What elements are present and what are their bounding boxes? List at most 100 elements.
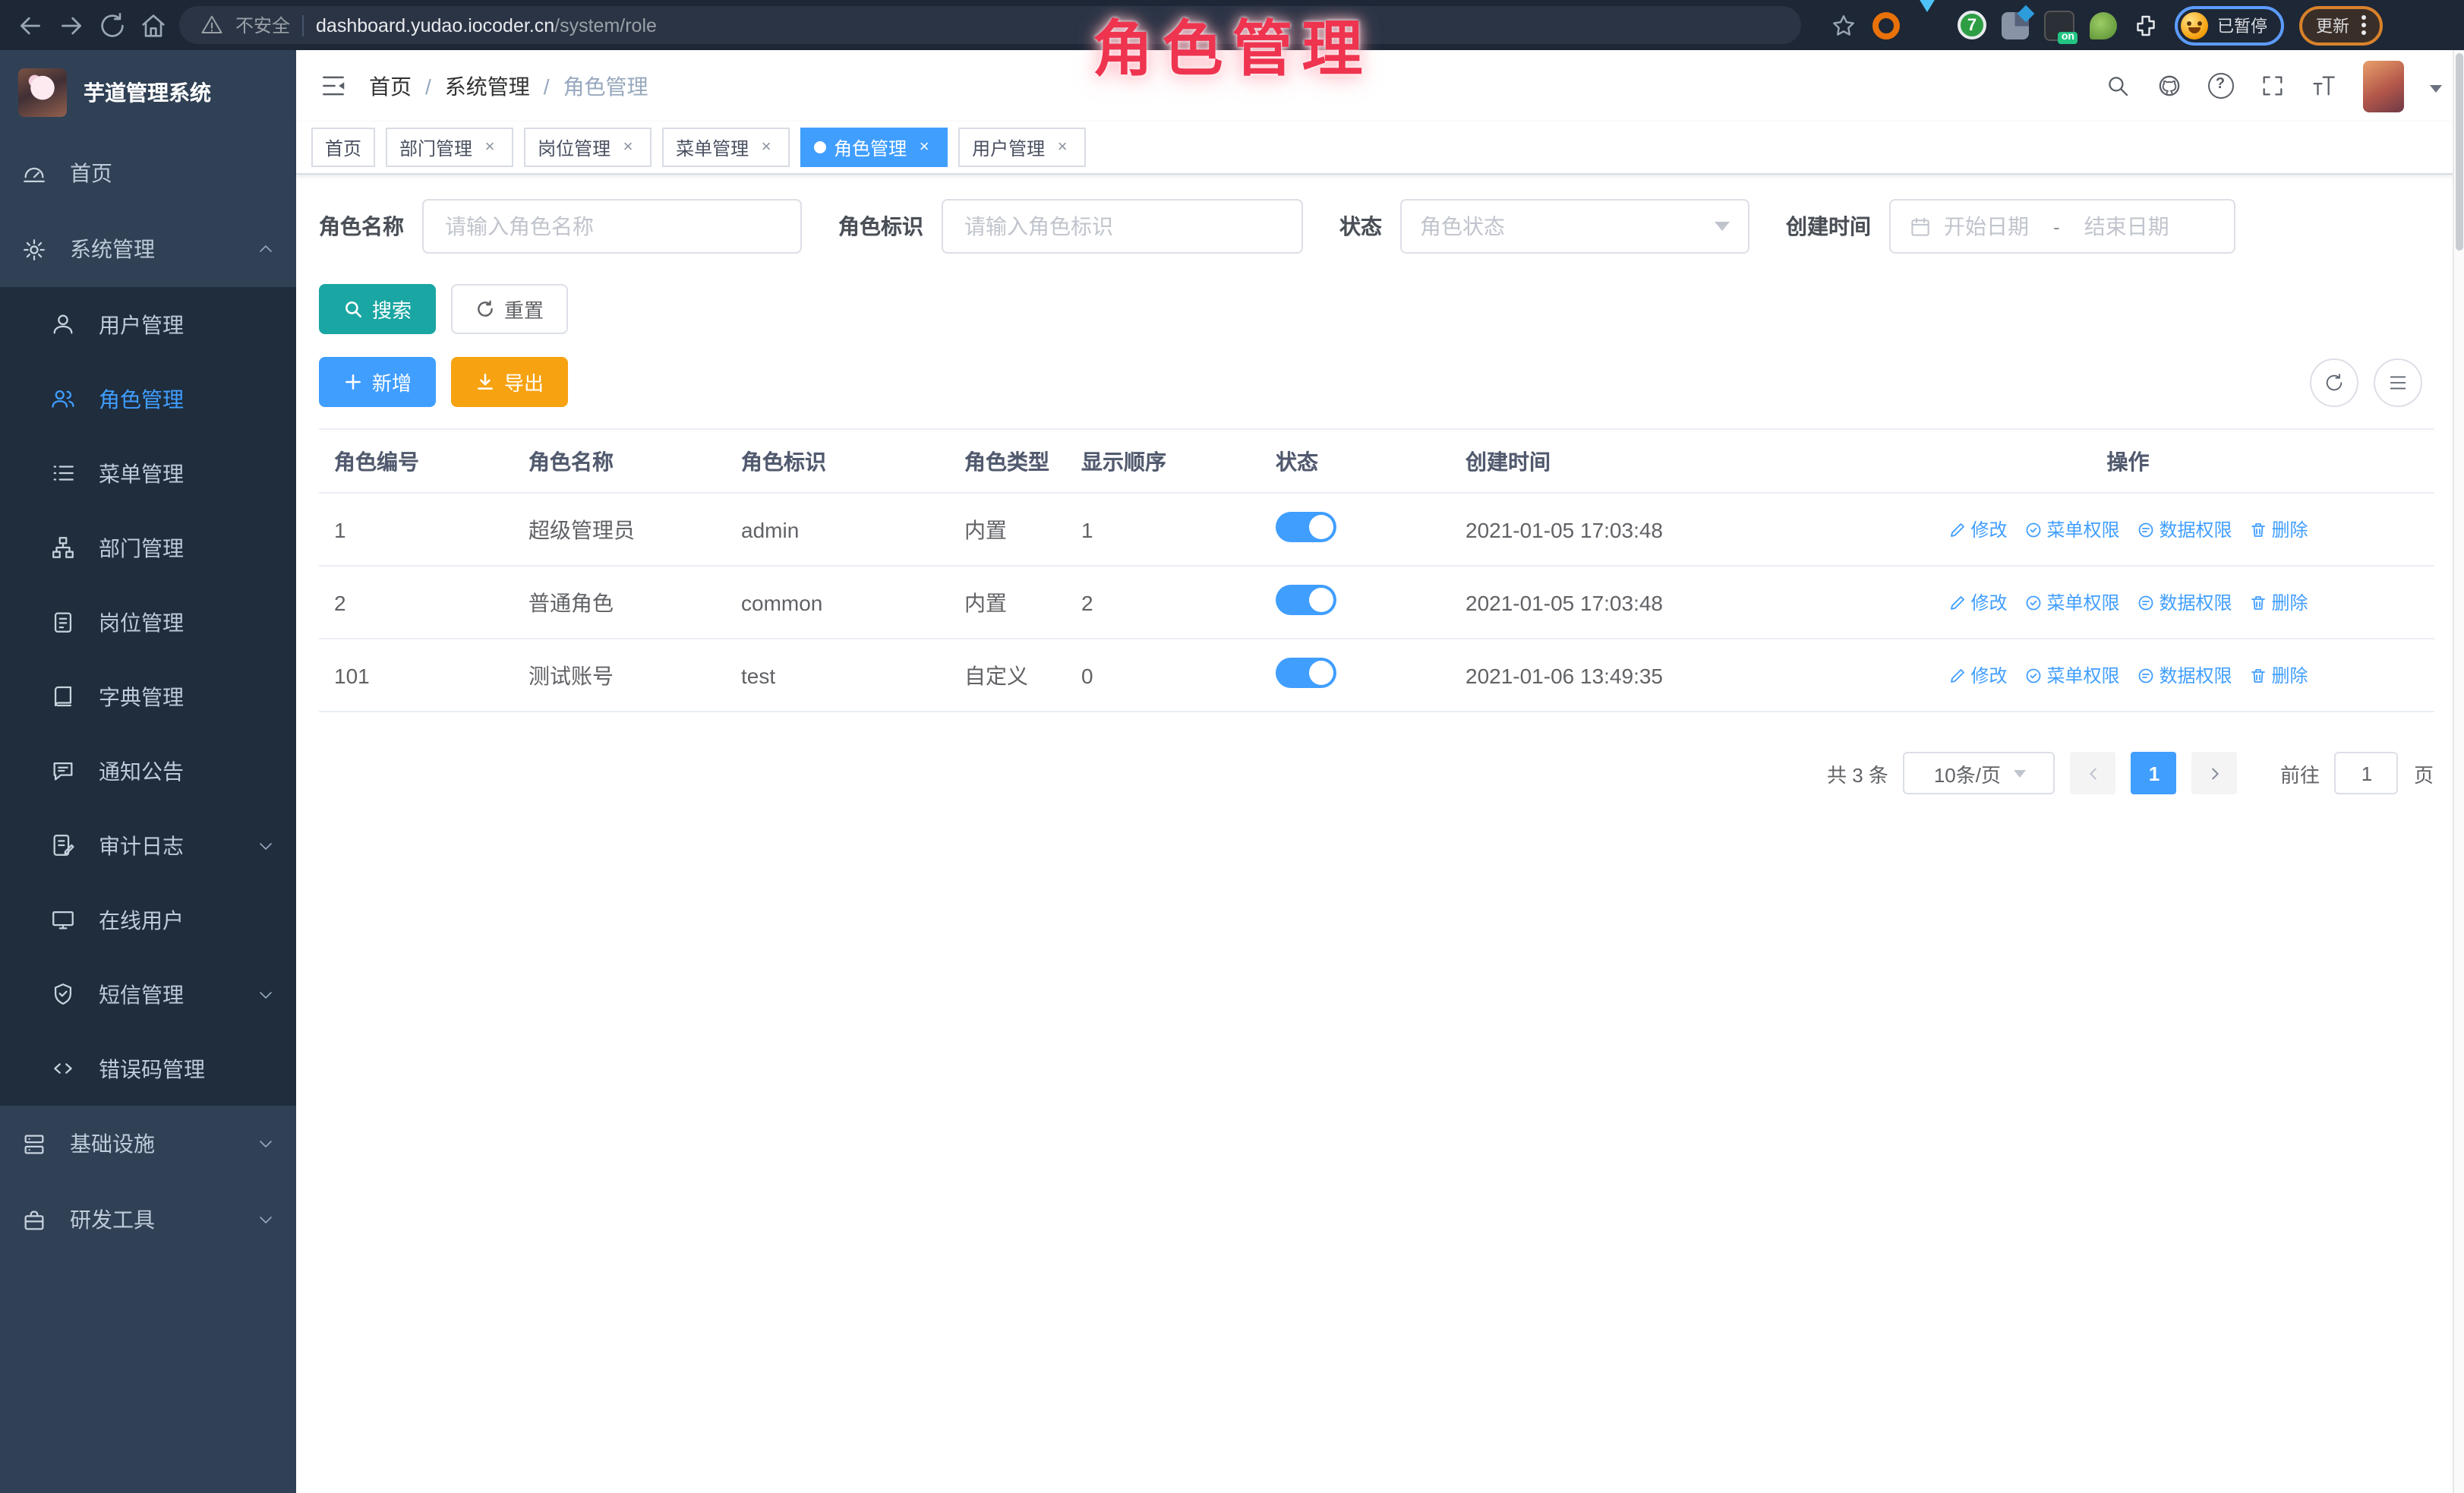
next-page-button[interactable] (2192, 752, 2238, 794)
breadcrumb-home[interactable]: 首页 (369, 71, 412, 101)
breadcrumb-system[interactable]: 系统管理 (445, 71, 530, 101)
page-url[interactable]: dashboard.yudao.iocoder.cn/system/role (316, 14, 657, 36)
table-row: 101 测试账号 test 自定义 0 2021-01-06 13:49:35 … (319, 639, 2434, 712)
status-toggle[interactable] (1276, 585, 1336, 615)
status-toggle[interactable] (1276, 512, 1336, 542)
menu-permission-link[interactable]: 菜单权限 (2024, 589, 2119, 615)
sidebar-item-infrastructure[interactable]: 基础设施 (0, 1106, 296, 1182)
delete-link[interactable]: 删除 (2249, 516, 2308, 542)
extension-dark-icon[interactable]: on (2044, 10, 2074, 40)
sidebar-item-sms[interactable]: 短信管理 (0, 957, 296, 1031)
profile-paused-badge[interactable]: 已暂停 (2175, 5, 2284, 45)
sidebar-item-dictionary[interactable]: 字典管理 (0, 659, 296, 734)
sidebar-logo[interactable]: 芋道管理系统 (0, 50, 296, 135)
role-name-input[interactable] (442, 213, 782, 240)
reset-button[interactable]: 重置 (451, 284, 568, 334)
sidebar-item-posts[interactable]: 岗位管理 (0, 585, 296, 659)
github-icon[interactable] (2156, 73, 2182, 99)
tab-posts[interactable]: 岗位管理× (524, 128, 651, 167)
extension-grid-icon[interactable] (2002, 11, 2029, 39)
sidebar-item-system[interactable]: 系统管理 (0, 211, 296, 287)
collapse-sidebar-icon[interactable] (319, 71, 348, 100)
sidebar-item-online-users[interactable]: 在线用户 (0, 882, 296, 957)
window-scrollbar[interactable] (2452, 50, 2464, 1493)
sidebar-item-menus[interactable]: 菜单管理 (0, 436, 296, 510)
font-size-icon[interactable] (2311, 73, 2336, 99)
cell-role-type: 内置 (949, 587, 1066, 617)
extension-green-icon[interactable]: 7 (1958, 11, 1986, 39)
date-range-picker[interactable]: 开始日期 - 结束日期 (1889, 199, 2235, 254)
close-icon[interactable]: × (756, 137, 776, 157)
delete-link[interactable]: 删除 (2249, 662, 2308, 688)
tab-menus[interactable]: 菜单管理× (662, 128, 790, 167)
cell-created: 2021-01-05 17:03:48 (1450, 517, 1807, 541)
edit-link[interactable]: 修改 (1948, 589, 2007, 615)
browser-back-icon[interactable] (15, 10, 46, 40)
tab-departments[interactable]: 部门管理× (386, 128, 513, 167)
extensions-puzzle-icon[interactable] (2132, 11, 2160, 39)
sidebar-item-users[interactable]: 用户管理 (0, 287, 296, 361)
close-icon[interactable]: × (1052, 137, 1072, 157)
bookmark-star-icon[interactable] (1830, 11, 1857, 39)
sidebar-item-home[interactable]: 首页 (0, 135, 296, 211)
data-permission-link[interactable]: 数据权限 (2137, 589, 2232, 615)
search-button[interactable]: 搜索 (319, 284, 436, 334)
tab-users[interactable]: 用户管理× (958, 128, 1086, 167)
close-icon[interactable]: × (618, 137, 638, 157)
menu-permission-link[interactable]: 菜单权限 (2024, 662, 2119, 688)
refresh-table-button[interactable] (2309, 358, 2358, 406)
page-size-select[interactable]: 10条/页 (1904, 752, 2055, 794)
browser-menu-icon[interactable] (2361, 15, 2366, 35)
status-select[interactable]: 角色状态 (1400, 199, 1749, 254)
sidebar-item-audit-log[interactable]: 审计日志 (0, 808, 296, 882)
column-settings-button[interactable] (2373, 358, 2421, 406)
goto-page-input[interactable] (2335, 752, 2399, 794)
chevron-down-icon (257, 985, 275, 1003)
table-row: 1 超级管理员 admin 内置 1 2021-01-05 17:03:48 修… (319, 494, 2434, 567)
delete-link[interactable]: 删除 (2249, 589, 2308, 615)
browser-reload-icon[interactable] (97, 10, 128, 40)
pencil-icon (1948, 520, 1966, 538)
user-avatar[interactable] (2362, 60, 2403, 112)
extension-gem-icon[interactable] (1915, 11, 1942, 39)
add-button[interactable]: 新增 (319, 357, 436, 407)
close-icon[interactable]: × (914, 137, 934, 157)
sidebar-item-error-codes[interactable]: 错误码管理 (0, 1031, 296, 1106)
status-toggle[interactable] (1276, 658, 1336, 688)
cell-sort: 1 (1066, 517, 1260, 541)
edit-link[interactable]: 修改 (1948, 662, 2007, 688)
page-number-active[interactable]: 1 (2131, 752, 2177, 794)
data-permission-link[interactable]: 数据权限 (2137, 516, 2232, 542)
sidebar-item-departments[interactable]: 部门管理 (0, 510, 296, 585)
sidebar-item-dev-tools[interactable]: 研发工具 (0, 1182, 296, 1258)
browser-update-button[interactable]: 更新 (2299, 5, 2383, 45)
help-icon[interactable] (2207, 73, 2233, 99)
cell-role-name: 超级管理员 (513, 514, 726, 544)
update-label: 更新 (2316, 13, 2349, 37)
extension-orange-icon[interactable] (1872, 11, 1900, 39)
chevron-down-icon (257, 1135, 275, 1153)
address-bar[interactable]: 不安全 dashboard.yudao.iocoder.cn/system/ro… (179, 6, 1801, 44)
prev-page-button[interactable] (2071, 752, 2116, 794)
chevron-down-icon (257, 836, 275, 854)
fullscreen-icon[interactable] (2259, 73, 2285, 99)
menu-permission-link[interactable]: 菜单权限 (2024, 516, 2119, 542)
tab-home[interactable]: 首页 (311, 128, 375, 167)
annotation-title: 角色管理 (1093, 0, 1372, 88)
not-secure-label[interactable]: 不安全 (235, 12, 290, 38)
sidebar-item-roles[interactable]: 角色管理 (0, 361, 296, 436)
browser-home-icon[interactable] (138, 10, 169, 40)
edit-link[interactable]: 修改 (1948, 516, 2007, 542)
browser-actions: 7 on 已暂停 更新 (1830, 5, 2383, 45)
close-icon[interactable]: × (480, 137, 500, 157)
scrollbar-thumb[interactable] (2455, 53, 2462, 251)
extension-leaf-icon[interactable] (2090, 11, 2117, 39)
data-permission-link[interactable]: 数据权限 (2137, 662, 2232, 688)
tab-roles[interactable]: 角色管理× (800, 128, 948, 167)
avatar-caret-icon[interactable] (2429, 85, 2441, 93)
export-button[interactable]: 导出 (451, 357, 568, 407)
role-key-input[interactable] (961, 213, 1283, 240)
search-icon[interactable] (2104, 73, 2130, 99)
sidebar-item-notices[interactable]: 通知公告 (0, 734, 296, 808)
browser-forward-icon[interactable] (56, 10, 87, 40)
